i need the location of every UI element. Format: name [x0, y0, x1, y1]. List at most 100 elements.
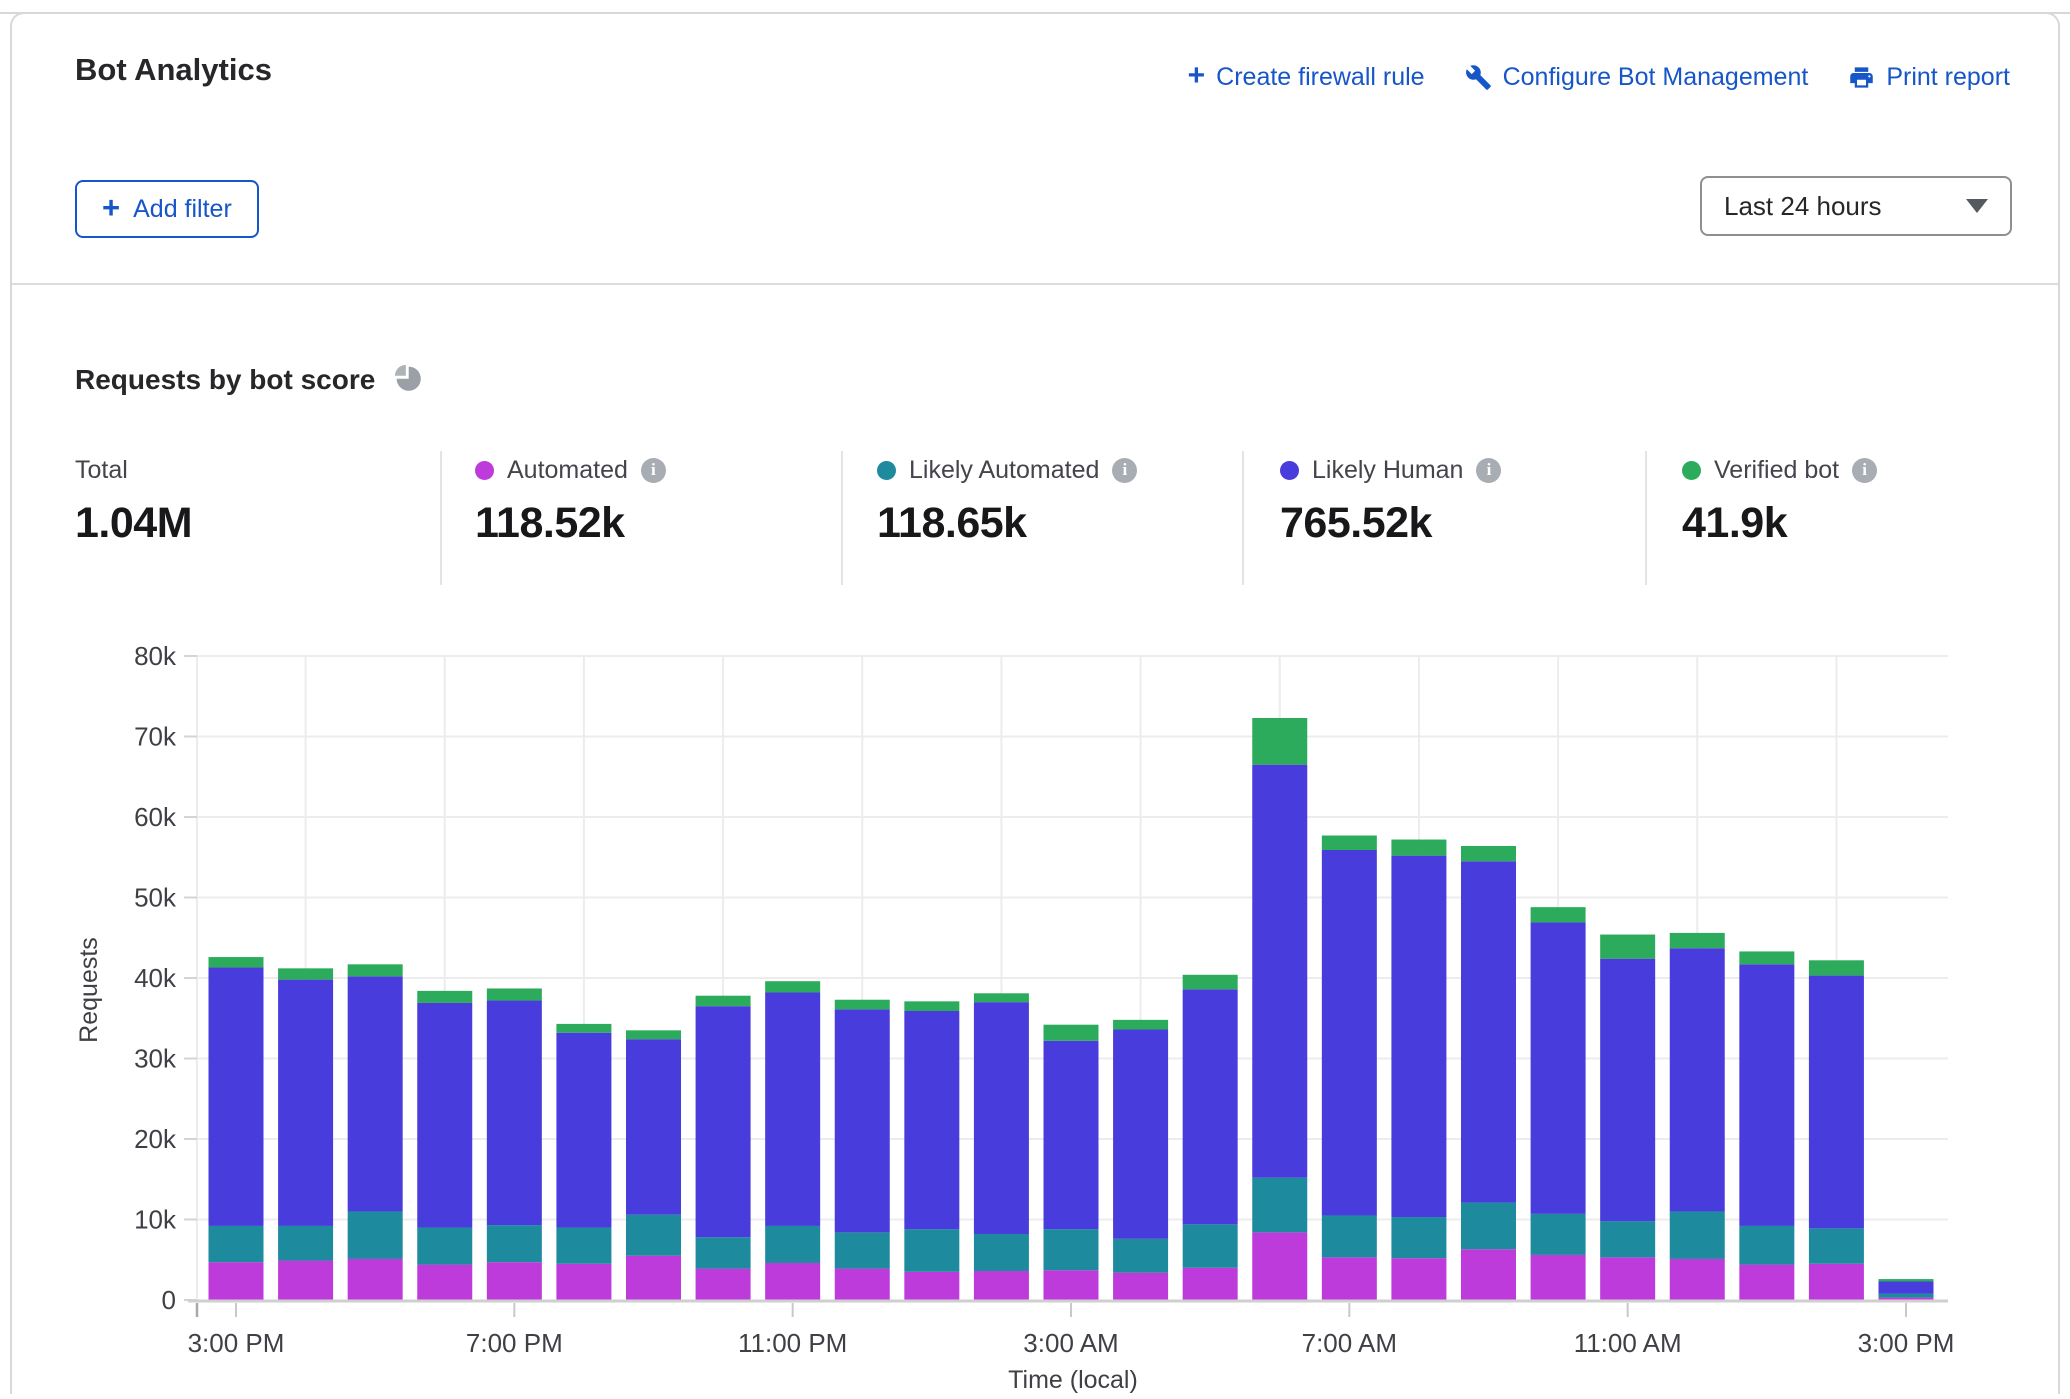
bar-segment-likely-automated[interactable] [556, 1228, 611, 1264]
bar-segment-likely-human[interactable] [974, 1002, 1029, 1234]
time-range-select[interactable]: Last 24 hours [1700, 176, 2012, 236]
bar-segment-verified-bot[interactable] [835, 1000, 890, 1010]
bar-segment-verified-bot[interactable] [417, 991, 472, 1003]
bar-segment-verified-bot[interactable] [1809, 960, 1864, 975]
bar-segment-likely-human[interactable] [835, 1009, 890, 1232]
bar-segment-likely-human[interactable] [1670, 948, 1725, 1211]
bar-segment-verified-bot[interactable] [1044, 1025, 1099, 1041]
bar-segment-automated[interactable] [417, 1265, 472, 1300]
bar-segment-automated[interactable] [974, 1271, 1029, 1300]
bar-segment-likely-human[interactable] [1252, 765, 1307, 1178]
bar-segment-automated[interactable] [1322, 1257, 1377, 1300]
bar-segment-likely-automated[interactable] [348, 1211, 403, 1258]
bar-segment-likely-automated[interactable] [1252, 1178, 1307, 1233]
bar-segment-likely-automated[interactable] [1183, 1224, 1238, 1267]
bar-segment-likely-automated[interactable] [696, 1237, 751, 1268]
bar-segment-likely-automated[interactable] [1391, 1217, 1446, 1258]
bar-segment-likely-human[interactable] [765, 992, 820, 1225]
bar-segment-automated[interactable] [1183, 1268, 1238, 1300]
bar-segment-likely-automated[interactable] [1322, 1215, 1377, 1257]
bar-segment-automated[interactable] [1809, 1264, 1864, 1300]
bar-segment-likely-automated[interactable] [765, 1226, 820, 1263]
print-report-link[interactable]: Print report [1848, 63, 2010, 92]
bar-segment-automated[interactable] [765, 1263, 820, 1300]
bar-segment-likely-human[interactable] [626, 1039, 681, 1214]
bar-segment-likely-human[interactable] [1044, 1041, 1099, 1229]
bar-segment-automated[interactable] [696, 1269, 751, 1300]
add-filter-button[interactable]: + Add filter [75, 180, 259, 238]
bar-segment-likely-human[interactable] [487, 1001, 542, 1226]
bar-segment-automated[interactable] [278, 1261, 333, 1300]
bar-segment-verified-bot[interactable] [1391, 840, 1446, 856]
bar-segment-automated[interactable] [1252, 1232, 1307, 1300]
bar-segment-likely-automated[interactable] [1531, 1214, 1586, 1255]
bar-segment-verified-bot[interactable] [696, 996, 751, 1006]
info-icon[interactable]: i [1476, 458, 1501, 483]
bar-segment-verified-bot[interactable] [974, 993, 1029, 1002]
bar-segment-verified-bot[interactable] [209, 957, 264, 967]
bar-segment-likely-automated[interactable] [835, 1232, 890, 1268]
bar-segment-verified-bot[interactable] [1739, 951, 1794, 964]
bar-segment-likely-automated[interactable] [278, 1226, 333, 1261]
bar-segment-verified-bot[interactable] [278, 968, 333, 979]
bar-segment-likely-human[interactable] [1600, 959, 1655, 1221]
bar-segment-verified-bot[interactable] [1600, 935, 1655, 959]
bar-segment-verified-bot[interactable] [1183, 975, 1238, 989]
info-icon[interactable]: i [1852, 458, 1877, 483]
bar-segment-likely-automated[interactable] [487, 1225, 542, 1262]
bar-segment-likely-automated[interactable] [1113, 1239, 1168, 1273]
bar-segment-likely-automated[interactable] [1809, 1228, 1864, 1263]
bar-segment-likely-human[interactable] [1113, 1030, 1168, 1239]
bar-segment-likely-automated[interactable] [1879, 1294, 1934, 1298]
bar-segment-verified-bot[interactable] [348, 964, 403, 976]
bar-segment-likely-automated[interactable] [1739, 1226, 1794, 1265]
bar-segment-likely-human[interactable] [556, 1033, 611, 1228]
bar-segment-likely-human[interactable] [696, 1006, 751, 1237]
bar-segment-likely-automated[interactable] [626, 1215, 681, 1256]
bar-segment-verified-bot[interactable] [1113, 1020, 1168, 1030]
bar-segment-automated[interactable] [209, 1262, 264, 1300]
bar-segment-verified-bot[interactable] [1670, 933, 1725, 948]
bar-segment-automated[interactable] [1531, 1255, 1586, 1300]
bar-segment-likely-human[interactable] [904, 1011, 959, 1229]
bar-segment-automated[interactable] [1670, 1259, 1725, 1300]
bar-segment-automated[interactable] [1739, 1265, 1794, 1300]
bar-segment-verified-bot[interactable] [904, 1001, 959, 1011]
bar-segment-likely-human[interactable] [1879, 1281, 1934, 1293]
bar-segment-likely-automated[interactable] [904, 1229, 959, 1272]
bar-segment-verified-bot[interactable] [1322, 836, 1377, 850]
info-icon[interactable]: i [1112, 458, 1137, 483]
bar-segment-likely-human[interactable] [1322, 850, 1377, 1215]
bar-segment-verified-bot[interactable] [487, 988, 542, 1000]
bar-segment-automated[interactable] [1113, 1273, 1168, 1300]
bar-segment-likely-automated[interactable] [1670, 1211, 1725, 1258]
info-icon[interactable]: i [641, 458, 666, 483]
bar-segment-likely-automated[interactable] [1600, 1221, 1655, 1257]
bar-segment-likely-human[interactable] [278, 980, 333, 1226]
create-firewall-rule-link[interactable]: + Create firewall rule [1188, 62, 1425, 92]
bar-segment-verified-bot[interactable] [626, 1030, 681, 1039]
bar-segment-likely-automated[interactable] [1044, 1229, 1099, 1270]
bar-segment-verified-bot[interactable] [1879, 1279, 1934, 1281]
bar-segment-likely-human[interactable] [1461, 861, 1516, 1202]
bar-segment-verified-bot[interactable] [765, 981, 820, 992]
bar-segment-verified-bot[interactable] [1531, 907, 1586, 922]
bar-segment-likely-human[interactable] [1809, 976, 1864, 1229]
bar-segment-likely-human[interactable] [1739, 964, 1794, 1226]
bar-segment-verified-bot[interactable] [1252, 718, 1307, 765]
bar-segment-automated[interactable] [1461, 1249, 1516, 1300]
bar-segment-automated[interactable] [487, 1262, 542, 1300]
bar-segment-likely-automated[interactable] [1461, 1203, 1516, 1250]
bar-segment-automated[interactable] [835, 1269, 890, 1300]
bar-segment-automated[interactable] [1044, 1270, 1099, 1300]
bar-segment-automated[interactable] [556, 1264, 611, 1300]
bar-segment-verified-bot[interactable] [1461, 846, 1516, 861]
bar-segment-likely-automated[interactable] [417, 1228, 472, 1265]
bar-segment-likely-human[interactable] [1531, 922, 1586, 1213]
bar-segment-automated[interactable] [1600, 1257, 1655, 1300]
bar-segment-likely-human[interactable] [209, 968, 264, 1226]
bar-segment-likely-human[interactable] [417, 1003, 472, 1228]
bar-segment-automated[interactable] [626, 1256, 681, 1300]
bar-segment-verified-bot[interactable] [556, 1024, 611, 1033]
bar-segment-automated[interactable] [1391, 1258, 1446, 1300]
